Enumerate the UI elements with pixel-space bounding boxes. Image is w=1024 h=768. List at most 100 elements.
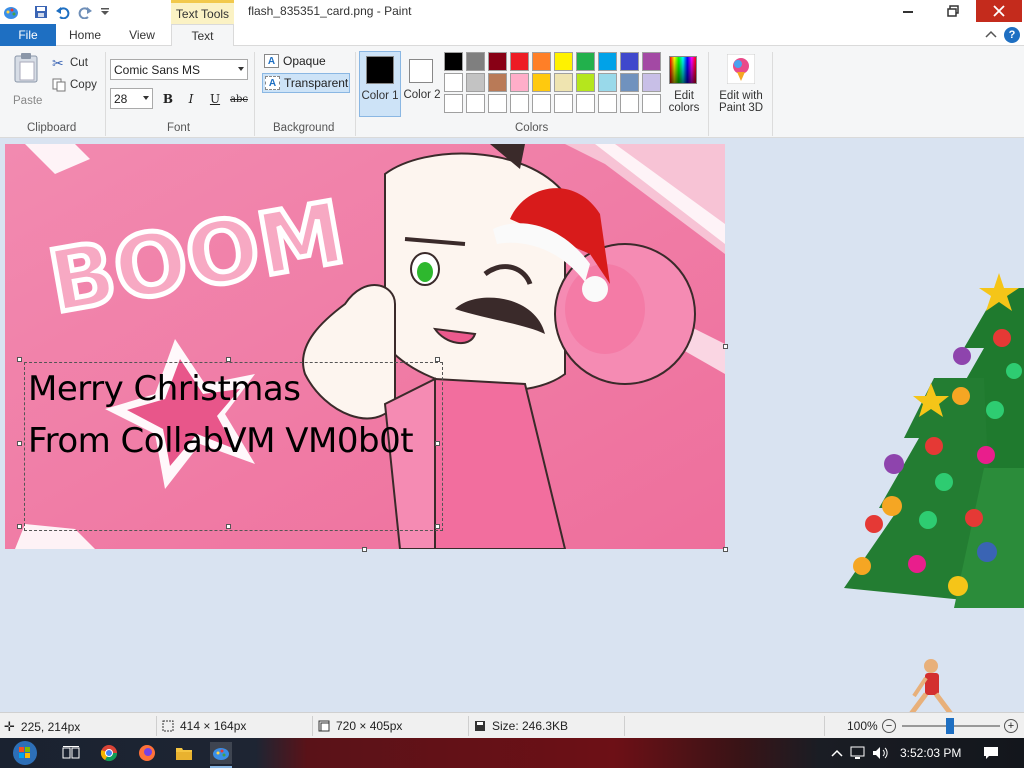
bold-button[interactable]: B xyxy=(158,90,178,108)
restore-button[interactable] xyxy=(931,0,975,22)
divider xyxy=(254,52,255,136)
palette-color-swatch[interactable] xyxy=(466,52,485,71)
palette-color-swatch[interactable] xyxy=(510,94,529,113)
resize-handle[interactable] xyxy=(226,357,231,362)
cursor-position-value: 225, 214px xyxy=(20,720,81,734)
undo-icon[interactable] xyxy=(54,3,72,21)
font-size-select[interactable]: 28 xyxy=(110,88,153,109)
divider xyxy=(772,52,773,136)
transparent-button[interactable]: A Transparent xyxy=(262,73,350,93)
palette-color-swatch[interactable] xyxy=(444,94,463,113)
text-selection-box[interactable]: Merry Christmas From CollabVM VM0b0t xyxy=(24,362,443,531)
zoom-slider-thumb[interactable] xyxy=(946,718,954,734)
palette-color-swatch[interactable] xyxy=(642,73,661,92)
resize-handle[interactable] xyxy=(17,441,22,446)
tab-home[interactable]: Home xyxy=(56,24,114,46)
palette-color-swatch[interactable] xyxy=(642,94,661,113)
palette-color-swatch[interactable] xyxy=(554,94,573,113)
paste-button[interactable]: Paste xyxy=(8,52,46,112)
palette-color-swatch[interactable] xyxy=(466,94,485,113)
copy-button[interactable]: Copy xyxy=(52,76,102,94)
font-group-label: Font xyxy=(167,122,191,134)
italic-button[interactable]: I xyxy=(181,90,201,108)
windows-logo-icon xyxy=(13,741,37,765)
palette-color-swatch[interactable] xyxy=(466,73,485,92)
divider xyxy=(624,716,625,736)
close-button[interactable] xyxy=(976,0,1022,22)
palette-color-swatch[interactable] xyxy=(576,73,595,92)
underline-button[interactable]: U xyxy=(205,90,225,108)
palette-color-swatch[interactable] xyxy=(488,73,507,92)
tab-view[interactable]: View xyxy=(114,24,170,46)
resize-handle[interactable] xyxy=(435,357,440,362)
strikethrough-button[interactable]: abc xyxy=(228,90,250,108)
palette-color-swatch[interactable] xyxy=(576,52,595,71)
palette-color-swatch[interactable] xyxy=(642,52,661,71)
tab-file[interactable]: File xyxy=(0,24,56,46)
tab-text[interactable]: Text xyxy=(171,24,234,47)
clipboard-group-label: Clipboard xyxy=(27,122,77,134)
zoom-out-button[interactable]: − xyxy=(882,719,896,733)
palette-color-swatch[interactable] xyxy=(598,94,617,113)
redo-icon[interactable] xyxy=(76,3,94,21)
color1-label: Color 1 xyxy=(361,90,399,102)
palette-color-swatch[interactable] xyxy=(554,73,573,92)
resize-handle[interactable] xyxy=(435,524,440,529)
customize-quick-access-icon[interactable] xyxy=(96,3,114,21)
font-family-select[interactable]: Comic Sans MS xyxy=(110,59,248,80)
palette-color-swatch[interactable] xyxy=(554,52,573,71)
scissors-icon: ✂ xyxy=(52,54,64,71)
system-clock[interactable]: 3:52:03 PM xyxy=(900,746,961,760)
edit-colors-button[interactable]: Edit colors xyxy=(666,52,702,118)
palette-color-swatch[interactable] xyxy=(576,94,595,113)
help-icon[interactable]: ? xyxy=(1004,27,1020,43)
palette-color-swatch[interactable] xyxy=(620,52,639,71)
chrome-icon[interactable] xyxy=(98,742,120,764)
volume-icon[interactable] xyxy=(870,742,892,764)
palette-color-swatch[interactable] xyxy=(532,52,551,71)
start-button[interactable] xyxy=(10,738,40,768)
edit-with-paint3d-button[interactable]: Edit with Paint 3D xyxy=(716,52,766,118)
notifications-icon[interactable] xyxy=(980,742,1002,764)
canvas-workspace[interactable]: BOOM Merry Christmas From CollabVM VM0b0… xyxy=(0,138,1024,733)
palette-color-swatch[interactable] xyxy=(598,73,617,92)
paint-taskbar-icon[interactable] xyxy=(210,742,232,764)
palette-color-swatch[interactable] xyxy=(532,73,551,92)
canvas-resize-handle[interactable] xyxy=(362,547,367,552)
palette-color-swatch[interactable] xyxy=(488,94,507,113)
canvas-resize-handle[interactable] xyxy=(723,344,728,349)
collapse-ribbon-icon[interactable] xyxy=(984,28,998,42)
palette-color-swatch[interactable] xyxy=(444,73,463,92)
palette-color-swatch[interactable] xyxy=(620,73,639,92)
resize-handle[interactable] xyxy=(226,524,231,529)
colors-group-label: Colors xyxy=(515,122,549,134)
paint-app-icon[interactable] xyxy=(2,3,20,21)
save-icon[interactable] xyxy=(32,3,50,21)
minimize-button[interactable] xyxy=(886,0,930,22)
palette-color-swatch[interactable] xyxy=(510,73,529,92)
color1-button[interactable]: Color 1 xyxy=(359,51,401,117)
palette-color-swatch[interactable] xyxy=(488,52,507,71)
firefox-icon[interactable] xyxy=(136,742,158,764)
palette-color-swatch[interactable] xyxy=(510,52,529,71)
network-icon[interactable] xyxy=(848,742,870,764)
file-explorer-icon[interactable] xyxy=(173,742,195,764)
show-hidden-icons-chevron-up-icon[interactable] xyxy=(826,742,848,764)
task-view-icon[interactable] xyxy=(60,742,82,764)
palette-color-swatch[interactable] xyxy=(620,94,639,113)
opaque-button[interactable]: A Opaque xyxy=(262,51,350,71)
resize-handle[interactable] xyxy=(17,524,22,529)
zoom-in-button[interactable]: + xyxy=(1004,719,1018,733)
cut-button[interactable]: ✂ Cut xyxy=(52,54,102,72)
canvas-resize-handle[interactable] xyxy=(723,547,728,552)
opaque-icon: A xyxy=(264,54,279,68)
color2-button[interactable]: Color 2 xyxy=(403,51,441,117)
palette-color-swatch[interactable] xyxy=(598,52,617,71)
resize-handle[interactable] xyxy=(17,357,22,362)
image-canvas[interactable]: BOOM Merry Christmas From CollabVM VM0b0… xyxy=(5,144,725,549)
resize-handle[interactable] xyxy=(435,441,440,446)
status-bar: ✛ 225, 214px 414 × 164px 720 × 405px Siz… xyxy=(0,712,1024,738)
palette-color-swatch[interactable] xyxy=(532,94,551,113)
palette-color-swatch[interactable] xyxy=(444,52,463,71)
text-line-1: Merry Christmas xyxy=(28,369,301,409)
